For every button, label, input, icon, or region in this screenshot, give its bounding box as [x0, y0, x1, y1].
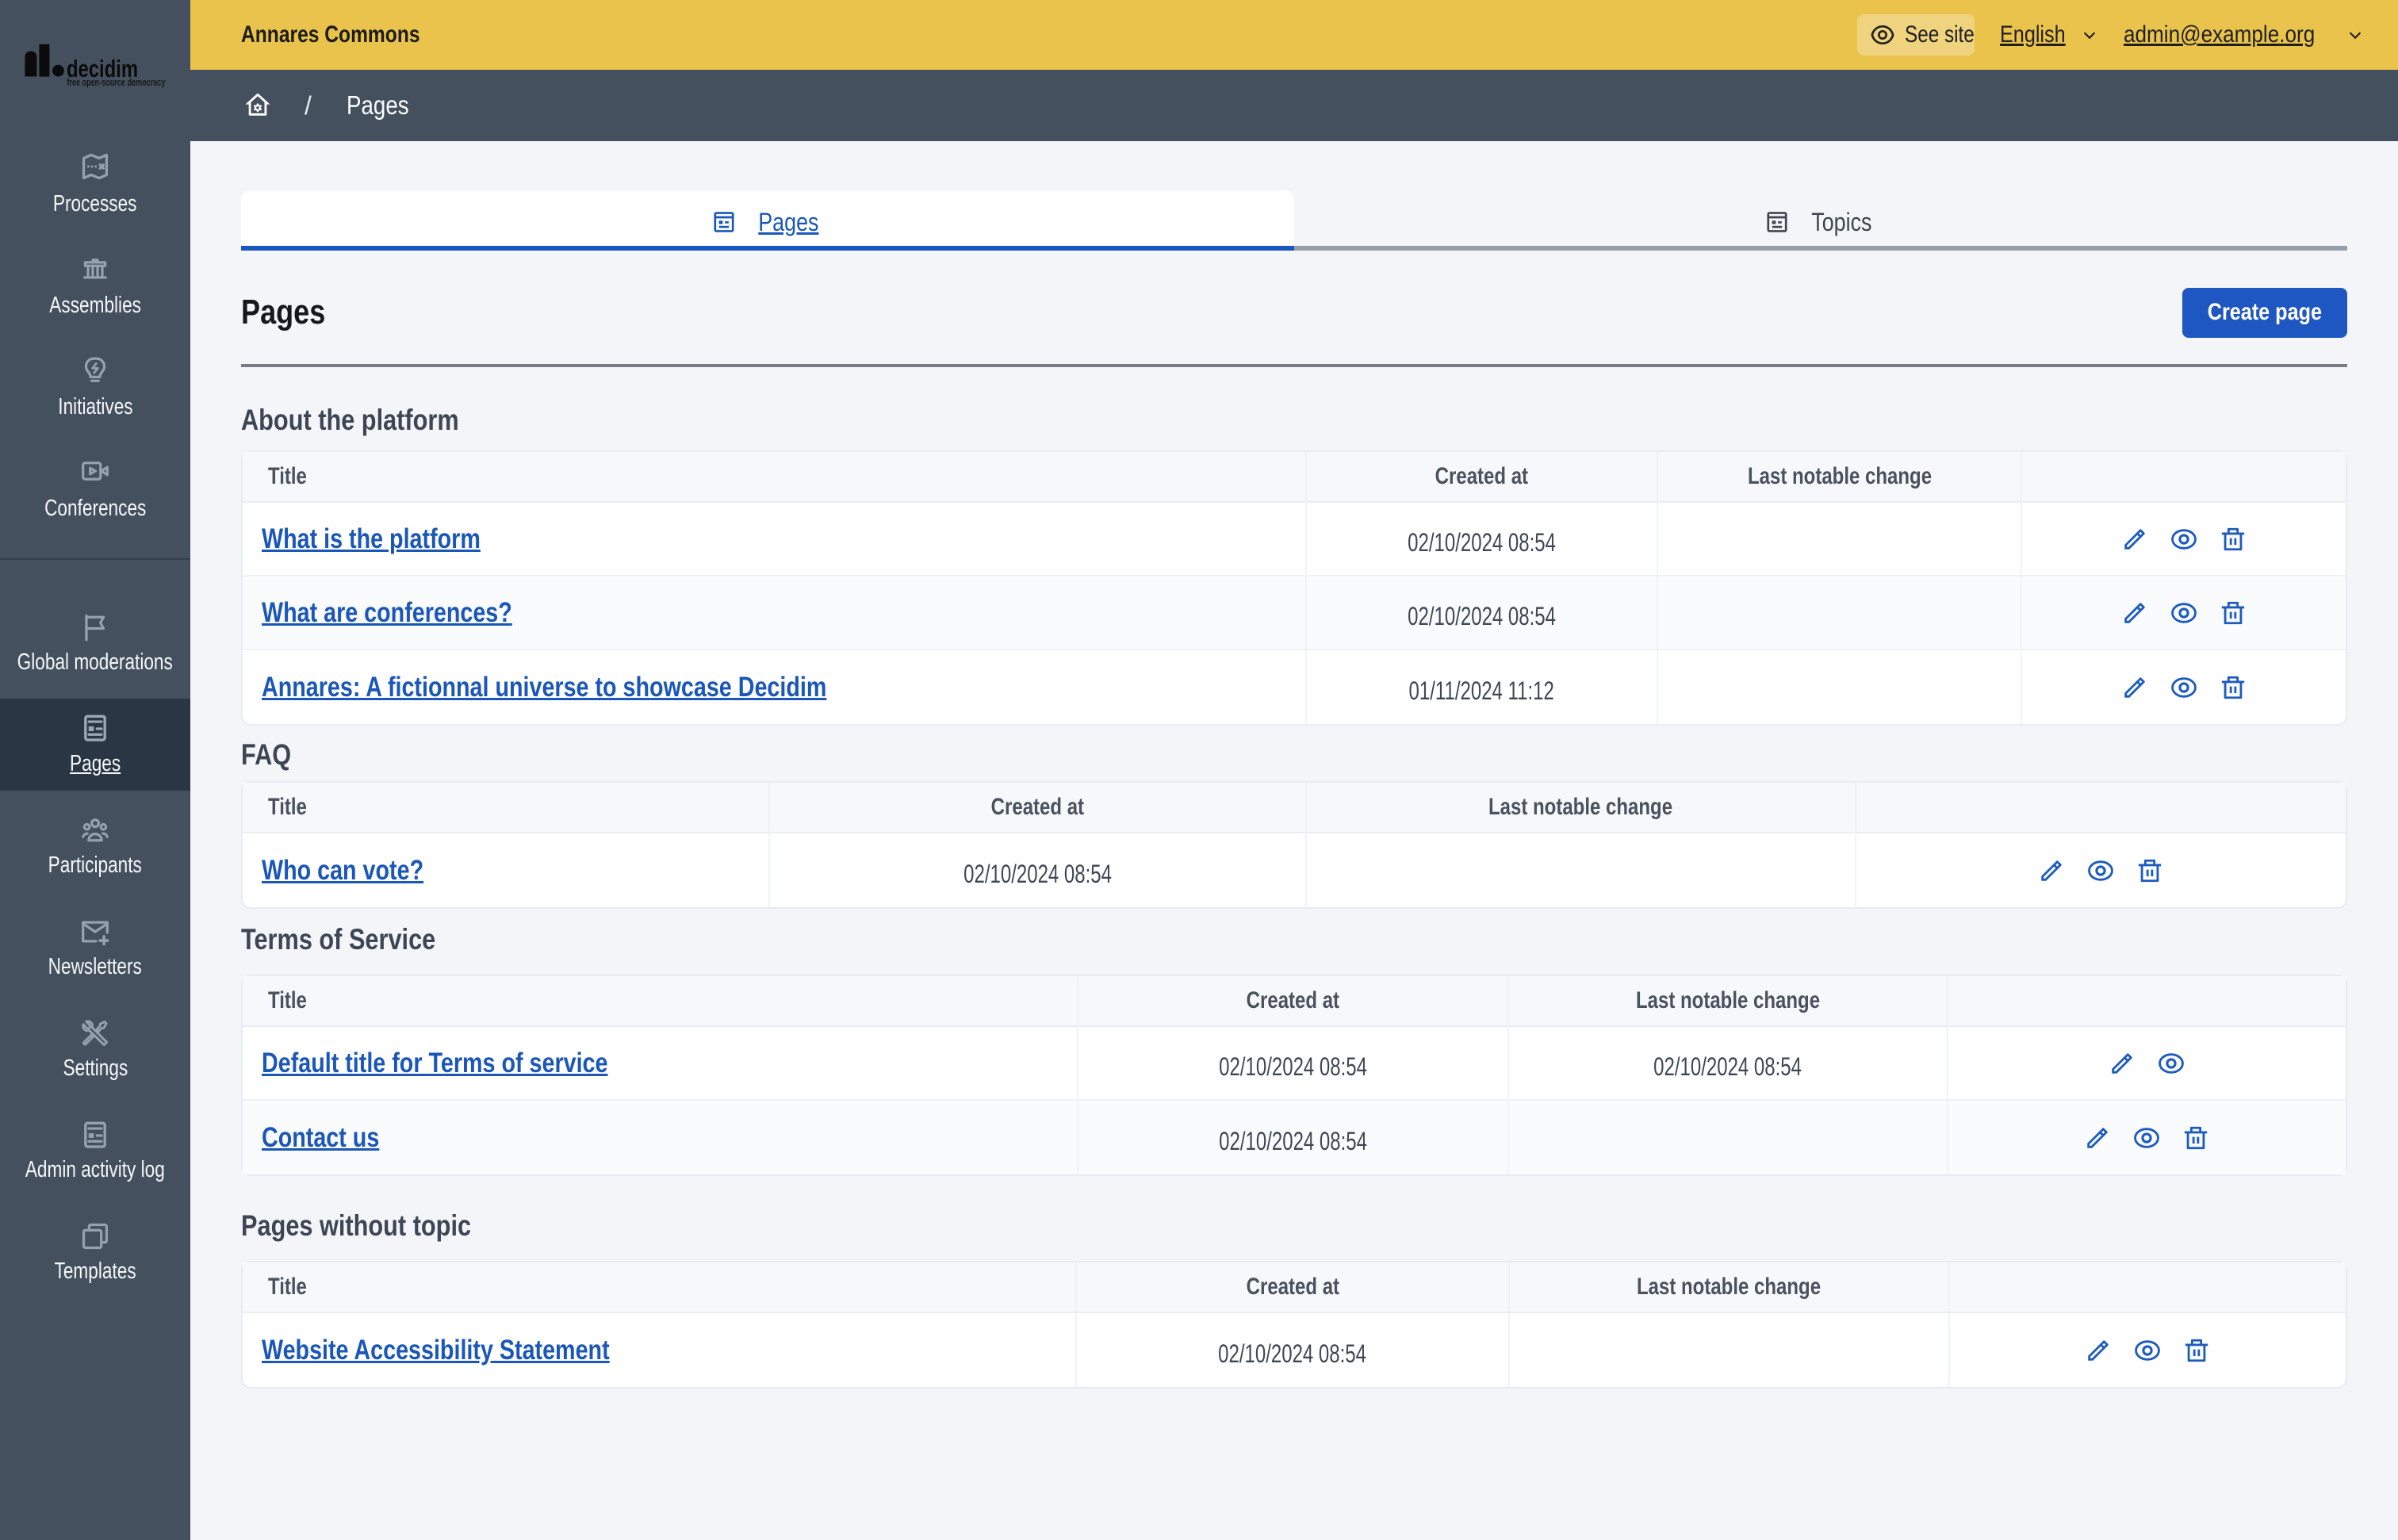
svg-text:free open-source democracy: free open-source democracy [67, 76, 166, 88]
